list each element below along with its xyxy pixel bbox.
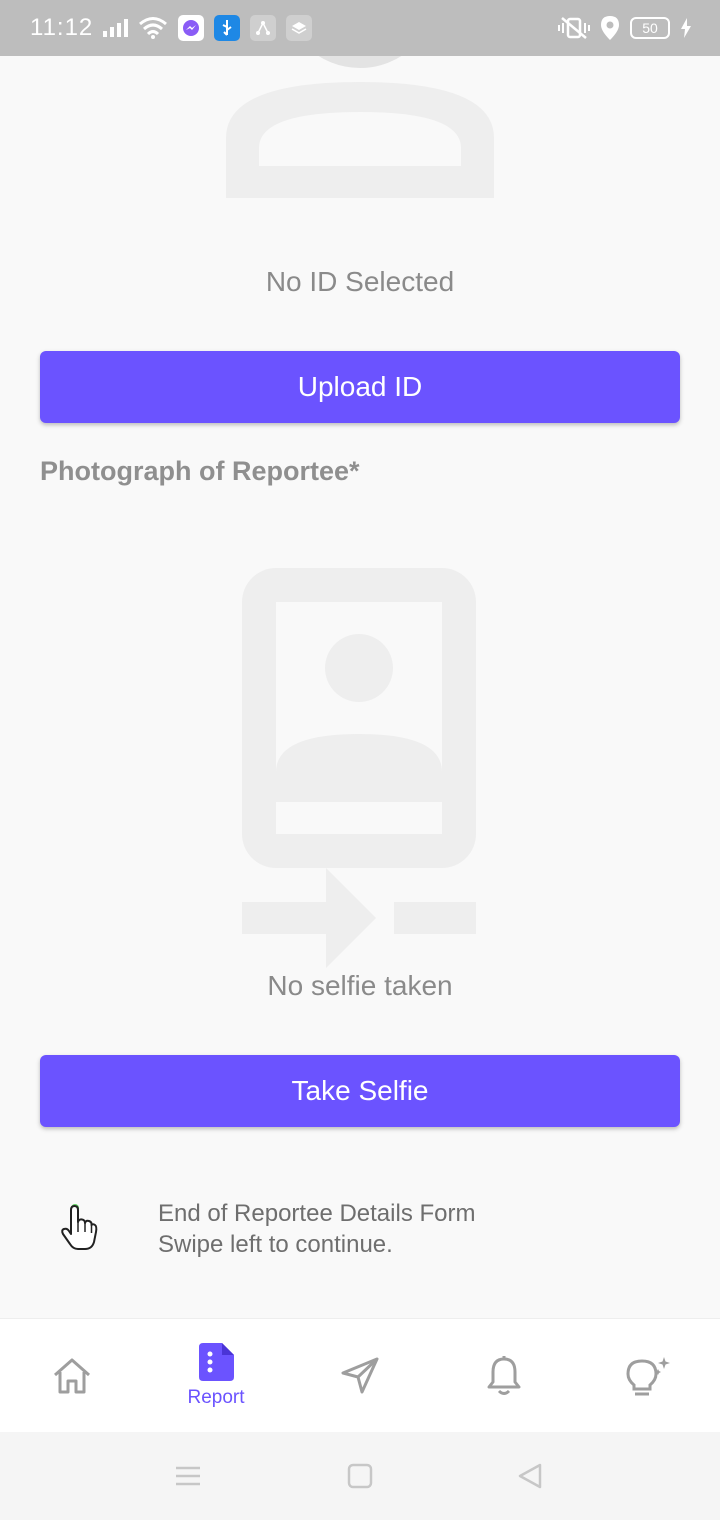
- nav-item-tips[interactable]: [588, 1319, 708, 1433]
- id-status-text: No ID Selected: [265, 266, 455, 297]
- usb-icon: [214, 15, 241, 41]
- recents-menu-icon[interactable]: [174, 1462, 202, 1490]
- send-icon: [341, 1357, 379, 1394]
- upload-id-button[interactable]: Upload ID: [40, 351, 680, 423]
- hint-line-2: Swipe left to continue.: [158, 1231, 393, 1258]
- photo-section-label: Photograph of Reportee*: [40, 456, 360, 486]
- report-icon: [199, 1343, 234, 1381]
- back-triangle-icon[interactable]: [516, 1462, 544, 1490]
- system-nav-bar: [0, 1432, 720, 1520]
- lightbulb-icon: [626, 1357, 670, 1396]
- wifi-icon: [139, 17, 168, 39]
- status-bar: 11:12 50: [0, 0, 720, 56]
- network-share-icon: [250, 15, 277, 41]
- messenger-icon: [178, 15, 205, 41]
- status-time: 11:12: [30, 14, 94, 41]
- bottom-nav: Report: [0, 1318, 720, 1432]
- reportee-form: No ID Selected Upload ID Photograph of R…: [0, 0, 720, 1318]
- bell-icon: [487, 1356, 521, 1395]
- swipe-hint: End of Reportee Details Form Swipe left …: [158, 1198, 475, 1260]
- nav-label-report: Report: [187, 1387, 245, 1408]
- layers-icon: [286, 15, 313, 41]
- selfie-status-text: No selfie taken: [267, 970, 453, 1001]
- vibrate-off-icon: [558, 17, 590, 39]
- hint-line-1: End of Reportee Details Form: [158, 1200, 476, 1227]
- nav-item-report[interactable]: Report: [156, 1319, 276, 1433]
- nav-item-home[interactable]: [12, 1319, 132, 1433]
- take-selfie-button[interactable]: Take Selfie: [40, 1055, 680, 1127]
- home-icon: [54, 1358, 90, 1394]
- swipe-hand-icon: [61, 1204, 98, 1250]
- selfie-placeholder-icon: [242, 568, 476, 968]
- cellular-signal-icon: [103, 19, 129, 37]
- nav-item-send[interactable]: [300, 1319, 420, 1433]
- location-icon: [601, 16, 619, 40]
- battery-indicator: 50: [630, 17, 670, 39]
- charging-icon: [681, 18, 691, 38]
- nav-item-notifications[interactable]: [444, 1319, 564, 1433]
- home-square-icon[interactable]: [346, 1462, 374, 1490]
